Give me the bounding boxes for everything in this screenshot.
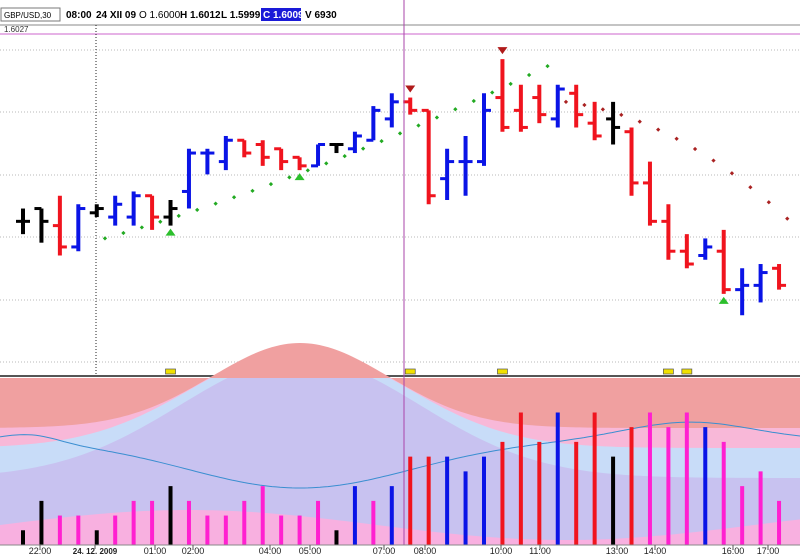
low-label: L 1.5999 [221,10,261,21]
time-tick-label: 08:00 [414,546,437,555]
event-marker [681,368,693,375]
time-tick-label: 01:00 [144,546,167,555]
price-level-label: 1.6027 [4,25,29,34]
time-tick-label: 04:00 [259,546,282,555]
open-label: O 1.6000 [139,10,181,21]
symbol-label: GBP/USD,30 [4,11,52,20]
event-marker [404,368,416,375]
event-marker [497,368,508,375]
time-tick-label: 16:00 [722,546,745,555]
header-bar: GBP/USD,30 08:00 24 XII 09 O 1.6000 H 1.… [0,7,337,22]
close-label: C 1.6009 [263,10,304,21]
volume-label: V 6930 [305,10,337,21]
high-label: H 1.6012 [180,10,221,21]
time-tick-label: 07:00 [373,546,396,555]
time-tick-label: 17:00 [757,546,780,555]
event-marker [165,368,176,375]
time-tick-label: 11:00 [529,546,551,555]
event-marker [663,368,674,375]
time-tick-label: 24. 12. 2009 [73,547,118,555]
time-tick-label: 13:00 [606,546,629,555]
time-label: 08:00 [66,10,92,21]
time-tick-label: 14:00 [644,546,667,555]
chart-root: GBP/USD,30 08:00 24 XII 09 O 1.6000 H 1.… [0,0,800,556]
date-label: 24 XII 09 [96,10,136,21]
time-tick-label: 02:00 [182,546,205,555]
chart-svg: GBP/USD,30 08:00 24 XII 09 O 1.6000 H 1.… [0,0,800,556]
time-tick-label: 05:00 [299,546,322,555]
time-tick-label: 22:00 [29,546,52,555]
time-tick-label: 10:00 [490,546,513,555]
